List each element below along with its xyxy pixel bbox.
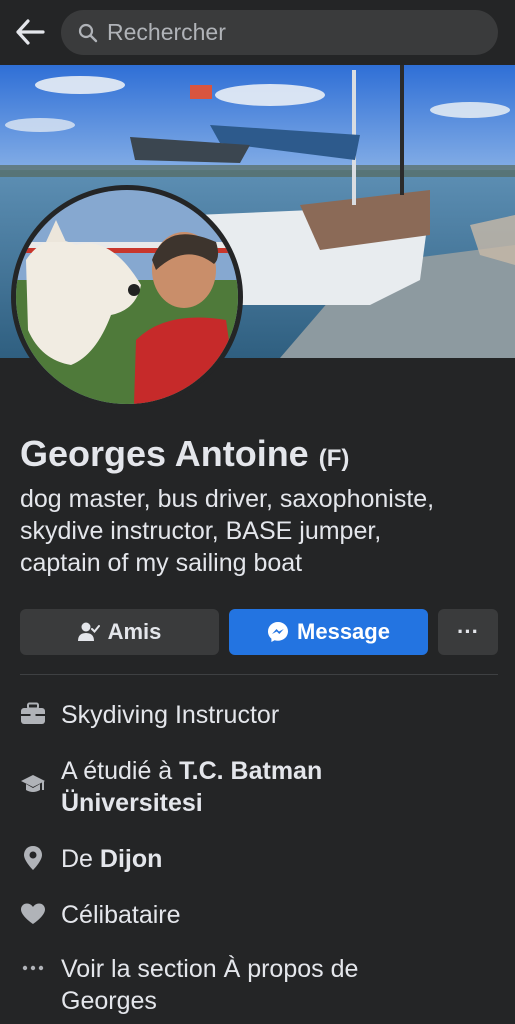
profile-name-suffix: (F): [318, 445, 350, 472]
education-school-line1[interactable]: T.C. Batman: [179, 757, 322, 785]
search-icon: [77, 22, 99, 44]
education-prefix: A étudié à: [61, 757, 180, 785]
bio-line: captain of my sailing boat: [20, 549, 303, 577]
briefcase-icon: [20, 701, 46, 727]
back-button[interactable]: [12, 14, 48, 50]
friends-button-label: Amis: [107, 619, 162, 644]
see-about-line1: Voir la section À propos de: [61, 955, 359, 983]
see-about-section-text: Voir la section À propos de Georges: [61, 953, 358, 1017]
about-relationship-text: Célibataire: [61, 901, 181, 929]
more-options-button[interactable]: ···: [438, 609, 498, 655]
see-about-section-link[interactable]: Voir la section À propos de Georges: [20, 953, 500, 1017]
about-education-text: A étudié à T.C. Batman Üniversitesi: [61, 755, 322, 819]
top-bar: Rechercher: [0, 0, 515, 65]
hometown-link[interactable]: Dijon: [100, 845, 163, 873]
heart-icon: [20, 901, 46, 927]
bio-line: dog master, bus driver, saxophoniste,: [20, 485, 435, 513]
arrow-left-icon: [16, 19, 45, 45]
profile-actions: Amis Message ···: [20, 609, 498, 655]
ellipsis-icon: [20, 955, 46, 981]
hometown-prefix: De: [61, 845, 100, 873]
profile-name: Georges Antoine: [20, 433, 309, 474]
friends-button[interactable]: Amis: [20, 609, 219, 655]
about-work-text: Skydiving Instructor: [61, 701, 280, 729]
education-school-line2[interactable]: Üniversitesi: [61, 789, 203, 817]
profile-bio: dog master, bus driver, saxophoniste, sk…: [20, 483, 500, 579]
about-hometown-text: De Dijon: [61, 843, 162, 875]
search-input[interactable]: Rechercher: [61, 10, 498, 55]
location-pin-icon: [20, 845, 46, 871]
profile-avatar[interactable]: [11, 185, 243, 409]
graduation-cap-icon: [20, 771, 46, 797]
message-button[interactable]: Message: [229, 609, 428, 655]
about-education: A étudié à T.C. Batman Üniversitesi: [20, 755, 500, 819]
avatar-image: [16, 190, 238, 404]
about-work: Skydiving Instructor: [20, 699, 500, 731]
ellipsis-icon: ···: [457, 619, 479, 644]
person-check-icon: [77, 622, 100, 642]
profile-name-row: Georges Antoine (F): [20, 433, 500, 475]
messenger-icon: [267, 621, 289, 643]
see-about-line2: Georges: [61, 987, 157, 1015]
about-relationship: Célibataire: [20, 899, 500, 931]
search-placeholder: Rechercher: [107, 19, 226, 45]
about-hometown: De Dijon: [20, 843, 500, 875]
bio-line: skydive instructor, BASE jumper,: [20, 517, 382, 545]
message-button-label: Message: [297, 619, 390, 644]
divider: [20, 674, 498, 675]
